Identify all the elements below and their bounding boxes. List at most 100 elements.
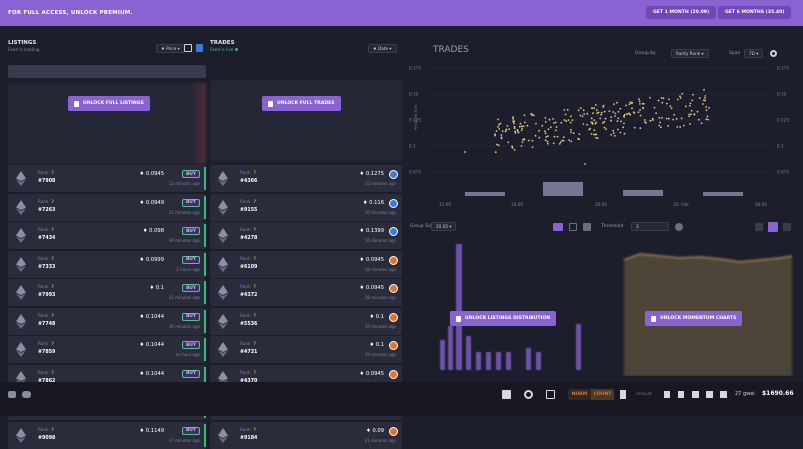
- grid-icon-2[interactable]: [706, 391, 713, 398]
- buy-button[interactable]: BUY: [182, 227, 200, 235]
- time-ago: 16 minutes ago: [364, 209, 396, 215]
- buy-button[interactable]: BUY: [182, 369, 200, 378]
- trade-point: [538, 129, 540, 132]
- trade-point: [639, 103, 641, 105]
- opensea-icon[interactable]: [389, 198, 398, 208]
- trade-point: [495, 130, 498, 132]
- trade-point: [582, 123, 585, 125]
- price-value: ♦ 0.0945: [359, 370, 384, 377]
- trades-sort-button[interactable]: ♦ Date ▾: [368, 44, 397, 53]
- norm-count-toggle[interactable]: NORM COUNT: [568, 389, 614, 400]
- trade-point: [552, 142, 555, 145]
- trade-point: [657, 99, 660, 102]
- marketplace-icon[interactable]: [389, 341, 398, 350]
- buy-button[interactable]: BUY: [182, 198, 200, 207]
- buy-button[interactable]: BUY: [182, 341, 200, 349]
- buy-button[interactable]: BUY: [182, 426, 200, 435]
- calendar-icon[interactable]: [546, 390, 555, 399]
- list-item[interactable]: Rank? #7263 ♦ 0.0949 BUY 21 minutes ago: [8, 193, 206, 221]
- ethereum-icon: [16, 228, 26, 243]
- group-size-select[interactable]: 20.05 ▾: [431, 222, 457, 231]
- help-icon[interactable]: [502, 390, 511, 399]
- count-toggle[interactable]: COUNT: [591, 389, 614, 400]
- listings-search-input[interactable]: [8, 65, 206, 78]
- twitter-icon[interactable]: [8, 391, 16, 398]
- get-6-months-button[interactable]: GET 6 MONTHS (35.40): [718, 6, 792, 19]
- list-item[interactable]: Rank? #6109 ♦ 0.0945 18 minutes ago: [210, 250, 402, 278]
- eth-filter-icon[interactable]: [664, 391, 670, 398]
- sigma-icon[interactable]: [569, 223, 577, 231]
- list-item[interactable]: Rank? #7859 ♦ 0.1044 BUY an hour ago: [8, 336, 206, 363]
- trade-point: [554, 129, 557, 132]
- threshold-input[interactable]: 3: [631, 222, 669, 231]
- banner-message: FOR FULL ACCESS, UNLOCK PREMIUM.: [8, 10, 133, 16]
- buy-button[interactable]: BUY: [182, 170, 200, 178]
- span-select[interactable]: 7D ▾: [744, 49, 764, 58]
- list-item[interactable]: Rank? #7333 ♦ 0.0999 BUY 2 hours ago: [8, 250, 206, 278]
- y-tick-label: 0.075: [409, 170, 421, 175]
- list-item[interactable]: Rank? #9155 ♦ 0.116 16 minutes ago: [210, 193, 402, 221]
- listings-sort-button[interactable]: ♦ Price ▾: [156, 44, 185, 53]
- list-item[interactable]: Rank? #4278 ♦ 0.1399 16 minutes ago: [210, 222, 402, 249]
- info-icon[interactable]: [675, 223, 683, 231]
- gas-price: 27 gwei: [735, 391, 755, 397]
- list-item[interactable]: Rank? #9184 ♦ 0.09 21 minutes ago: [210, 421, 402, 449]
- group-by-select[interactable]: Rarity Rank ▾: [671, 49, 709, 58]
- trade-point: [653, 106, 656, 109]
- trade-point: [665, 117, 668, 120]
- unlock-full-trades-button[interactable]: UNLOCK FULL TRADES: [262, 96, 341, 111]
- norm-toggle[interactable]: NORM: [568, 389, 591, 400]
- trade-point: [519, 122, 522, 125]
- list-item[interactable]: Rank? #7908 ♦ 0.0945 BUY 12 minutes ago: [8, 165, 206, 192]
- trade-point: [554, 121, 557, 124]
- trade-point: [690, 109, 693, 112]
- eth-filter-icon-2[interactable]: [678, 391, 684, 398]
- buy-button[interactable]: BUY: [182, 284, 200, 292]
- trophy-icon[interactable]: [620, 390, 626, 399]
- settings-icon[interactable]: [524, 390, 533, 399]
- unlock-full-listings-button[interactable]: UNLOCK FULL LISTINGS: [68, 96, 150, 111]
- area-chart-icon[interactable]: [755, 223, 763, 231]
- gear-icon[interactable]: [770, 50, 777, 57]
- buy-button[interactable]: BUY: [182, 255, 200, 264]
- square-icon[interactable]: [583, 223, 591, 231]
- trade-point: [506, 125, 509, 127]
- marketplace-icon[interactable]: [389, 369, 398, 379]
- get-1-month-button[interactable]: GET 1 MONTH (20.09): [646, 6, 717, 19]
- list-item[interactable]: Rank? #4372 ♦ 0.0945 18 minutes ago: [210, 279, 402, 306]
- trade-point: [526, 124, 529, 127]
- filter-icon[interactable]: [196, 44, 203, 52]
- discord-icon[interactable]: [22, 391, 31, 398]
- trade-point: [588, 128, 591, 131]
- list-item[interactable]: Rank? #7993 ♦ 0.1 BUY 31 minutes ago: [8, 279, 206, 306]
- momentum-icon[interactable]: [768, 222, 778, 232]
- list-item[interactable]: Rank? #4731 ♦ 0.1 19 minutes ago: [210, 336, 402, 363]
- list-item: [210, 107, 402, 134]
- unlock-momentum-button[interactable]: UNLOCK MOMENTUM CHARTS: [645, 311, 743, 326]
- save-icon[interactable]: [720, 391, 727, 398]
- list-item[interactable]: Rank? #5536 ♦ 0.1 19 minutes ago: [210, 307, 402, 335]
- marketplace-icon[interactable]: [389, 284, 398, 293]
- opensea-icon[interactable]: [389, 170, 398, 179]
- list-item[interactable]: Rank? #4366 ♦ 0.1275 15 minutes ago: [210, 165, 402, 192]
- unlock-trades-label: UNLOCK FULL TRADES: [277, 101, 335, 106]
- opensea-icon[interactable]: [389, 227, 398, 236]
- listings-checkbox[interactable]: [184, 44, 192, 52]
- status-edge: [204, 309, 206, 333]
- trade-point: [623, 116, 626, 118]
- marketplace-icon[interactable]: [389, 426, 398, 436]
- list-item[interactable]: Rank? #7748 ♦ 0.1044 BUY 39 minutes ago: [8, 307, 206, 335]
- bar-chart-icon[interactable]: [553, 223, 563, 231]
- trade-point: [633, 126, 636, 129]
- unlock-distribution-button[interactable]: UNLOCK LISTINGS DISTRIBUTION: [450, 311, 557, 326]
- buy-button[interactable]: BUY: [182, 312, 200, 321]
- line-chart-icon[interactable]: [783, 223, 791, 231]
- grid-icon[interactable]: [692, 391, 699, 398]
- trade-point: [617, 110, 620, 113]
- list-item[interactable]: Rank? #7434 ♦ 0.098 BUY 39 minutes ago: [8, 222, 206, 249]
- list-item[interactable]: Rank? #9098 ♦ 0.1149 BUY 17 minutes ago: [8, 421, 206, 449]
- marketplace-icon[interactable]: [389, 255, 398, 265]
- trade-point: [649, 96, 651, 99]
- marketplace-icon[interactable]: [389, 312, 398, 322]
- trade-point: [534, 134, 537, 137]
